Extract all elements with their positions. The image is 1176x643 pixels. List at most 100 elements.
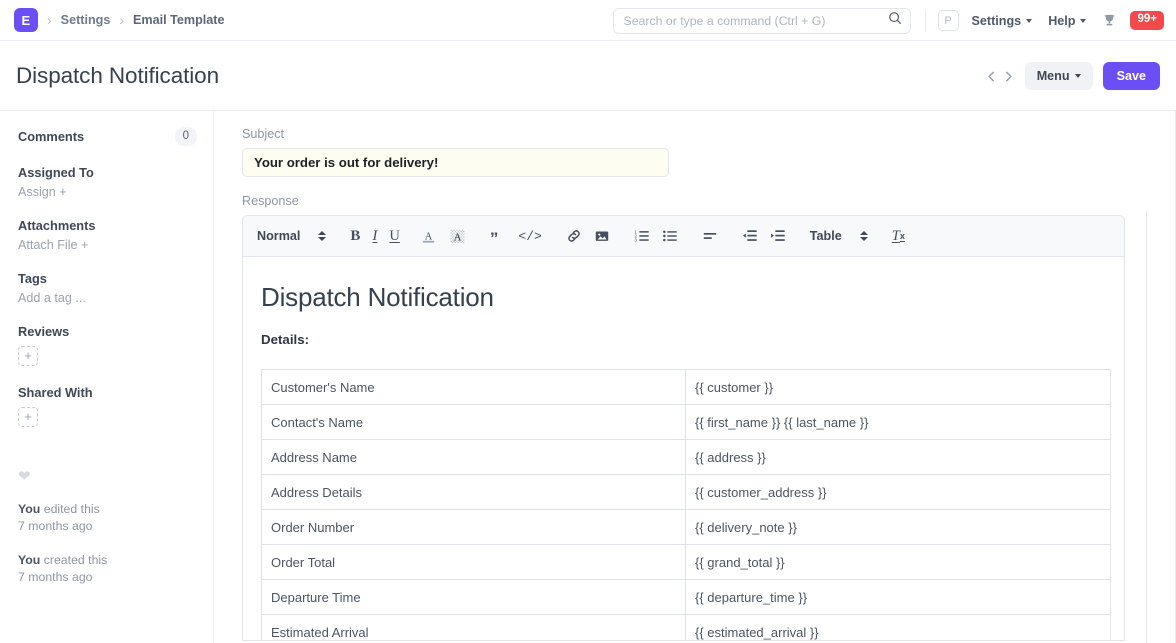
chevron-down-icon [1026,19,1032,23]
indent-icon[interactable] [770,228,786,244]
response-editor: Normal B I U A [242,215,1125,641]
clear-format-icon[interactable]: Tx [892,228,905,245]
nav-settings-label: Settings [972,14,1022,28]
table-row: Order Total{{ grand_total }} [262,545,1111,580]
avatar[interactable]: P [938,10,959,31]
link-icon[interactable] [566,228,582,244]
activity-time: 7 months ago [18,570,93,584]
sidebar-section-assigned-to: Assigned To Assign + [18,165,197,199]
attach-file-button[interactable]: Attach File + [18,238,197,252]
sidebar: Comments 0 Assigned To Assign + Attachme… [0,111,214,643]
table-row: Customer's Name{{ customer }} [262,370,1111,405]
paragraph-style-label: Normal [257,229,300,243]
top-navbar: E › Settings › Email Template P Settings… [0,0,1176,41]
comments-label: Comments [18,129,84,144]
bold-icon[interactable]: B [350,228,360,245]
add-review-button[interactable]: + [18,346,38,366]
table-cell-key[interactable]: Departure Time [262,580,686,615]
table-cell-key[interactable]: Order Total [262,545,686,580]
shared-with-label: Shared With [18,385,197,400]
attachments-label: Attachments [18,218,197,233]
table-cell-value[interactable]: {{ address }} [686,440,1111,475]
table-cell-key[interactable]: Estimated Arrival [262,615,686,641]
table-row: Address Name{{ address }} [262,440,1111,475]
heart-icon[interactable]: ❤ [18,467,197,485]
page-body: Comments 0 Assigned To Assign + Attachme… [0,111,1176,643]
search-input[interactable] [624,14,888,28]
table-row: Contact's Name{{ first_name }} {{ last_n… [262,405,1111,440]
menu-button-label: Menu [1037,69,1070,83]
add-shared-user-button[interactable]: + [18,407,38,427]
breadcrumb-separator-icon: › [119,13,124,27]
background-color-icon[interactable]: A [449,228,466,245]
outdent-icon[interactable] [742,228,758,244]
paragraph-style-select[interactable]: Normal [257,229,326,243]
main-content: Subject Response Normal B I U A [214,111,1176,643]
image-icon[interactable] [594,228,610,244]
navbar-divider [925,10,926,32]
global-search[interactable] [613,8,911,34]
ordered-list-icon[interactable]: 1 2 3 [634,228,650,244]
table-cell-value[interactable]: {{ grand_total }} [686,545,1111,580]
table-menu[interactable]: Table [810,229,868,243]
nav-settings-menu[interactable]: Settings [972,14,1033,28]
search-icon[interactable] [888,11,902,30]
svg-text:A: A [453,231,461,243]
font-color-icon[interactable]: A [420,228,437,245]
underline-icon[interactable]: U [389,228,399,245]
table-menu-label: Table [810,229,842,243]
assigned-to-label: Assigned To [18,165,197,180]
activity-action: edited this [40,502,99,516]
comments-count: 0 [175,127,197,146]
prev-next-group [985,70,1015,83]
chevron-updown-icon [318,231,326,241]
align-icon[interactable] [702,228,718,244]
editor-canvas[interactable]: Dispatch Notification Details: Customer'… [243,257,1124,640]
notification-badge[interactable]: 99+ [1130,11,1164,30]
chevron-left-icon[interactable] [985,70,998,83]
table-cell-value[interactable]: {{ first_name }} {{ last_name }} [686,405,1111,440]
table-cell-key[interactable]: Address Name [262,440,686,475]
page-header-actions: Menu Save [985,41,1160,111]
breadcrumb-settings[interactable]: Settings [61,13,111,27]
sidebar-item-comments[interactable]: Comments 0 [18,127,197,146]
subject-input[interactable] [242,148,669,177]
menu-button[interactable]: Menu [1025,62,1093,90]
blockquote-icon[interactable]: ” [490,228,499,244]
chevron-down-icon [1075,74,1081,78]
sidebar-section-tags: Tags Add a tag ... [18,271,197,305]
editor-toolbar: Normal B I U A [243,216,1124,257]
sidebar-section-shared-with: Shared With + [18,385,197,427]
table-cell-key[interactable]: Customer's Name [262,370,686,405]
table-cell-value[interactable]: {{ departure_time }} [686,580,1111,615]
sidebar-section-attachments: Attachments Attach File + [18,218,197,252]
table-cell-value[interactable]: {{ customer }} [686,370,1111,405]
code-block-icon[interactable]: </> [518,229,541,244]
svg-text:3: 3 [634,238,637,243]
table-cell-value[interactable]: {{ estimated_arrival }} [686,615,1111,641]
trophy-icon[interactable] [1102,13,1117,28]
page-header: Dispatch Notification Menu Save [0,41,1176,111]
bullet-list-icon[interactable] [662,228,678,244]
editor-scroll-rail[interactable] [1146,211,1147,643]
chevron-updown-icon [860,231,868,241]
table-cell-value[interactable]: {{ customer_address }} [686,475,1111,510]
document-subheading: Details: [261,332,1096,347]
add-tag-input[interactable]: Add a tag ... [18,291,197,305]
app-logo[interactable]: E [14,8,38,32]
nav-help-menu[interactable]: Help [1048,14,1086,28]
breadcrumb-email-template[interactable]: Email Template [133,13,224,27]
activity-time: 7 months ago [18,519,93,533]
table-row: Address Details{{ customer_address }} [262,475,1111,510]
sidebar-section-reviews: Reviews + [18,324,197,366]
table-cell-key[interactable]: Order Number [262,510,686,545]
chevron-right-icon[interactable] [1002,70,1015,83]
table-row: Order Number{{ delivery_note }} [262,510,1111,545]
save-button[interactable]: Save [1103,62,1160,90]
assign-button[interactable]: Assign + [18,185,197,199]
activity-actor: You [18,502,40,516]
italic-icon[interactable]: I [372,228,377,245]
table-cell-value[interactable]: {{ delivery_note }} [686,510,1111,545]
table-cell-key[interactable]: Address Details [262,475,686,510]
table-cell-key[interactable]: Contact's Name [262,405,686,440]
